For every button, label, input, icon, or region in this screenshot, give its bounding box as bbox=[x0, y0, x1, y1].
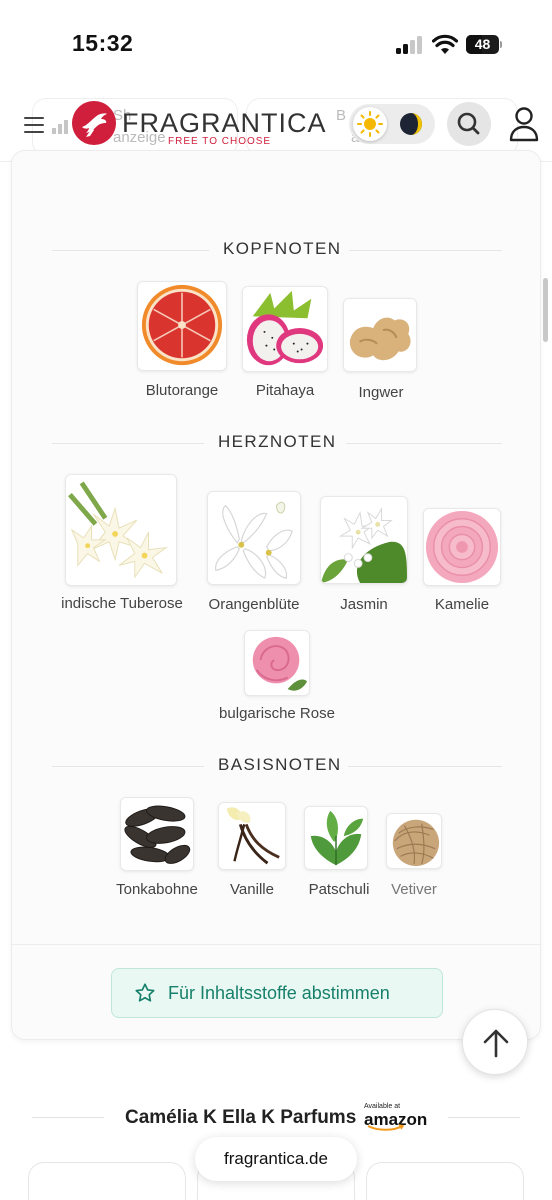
status-time: 15:32 bbox=[72, 30, 134, 56]
logo-text[interactable]: FRAGRANTICA bbox=[122, 108, 327, 139]
tuberose-image bbox=[65, 474, 177, 586]
orange-blossom-image bbox=[207, 491, 301, 585]
divider-line bbox=[32, 1117, 104, 1118]
note-tonka-bean[interactable]: Tonkabohne bbox=[112, 797, 202, 907]
note-name: Vetiver bbox=[391, 881, 437, 898]
bar-chart-icon bbox=[52, 120, 68, 134]
fragrantica-logo-icon[interactable] bbox=[72, 101, 116, 145]
jasmine-image bbox=[320, 496, 408, 584]
note-jasmine[interactable]: Jasmin bbox=[319, 496, 409, 616]
rose-image bbox=[244, 630, 310, 696]
camellia-image bbox=[423, 508, 501, 586]
note-camellia[interactable]: Kamelie bbox=[422, 508, 502, 618]
base-notes-heading: BASISNOTEN bbox=[204, 755, 348, 775]
top-notes-heading: KOPFNOTEN bbox=[209, 239, 349, 259]
patchouli-image bbox=[304, 806, 368, 870]
shop-offer-card[interactable] bbox=[366, 1162, 524, 1200]
note-name: Pitahaya bbox=[255, 382, 315, 399]
note-patchouli[interactable]: Patschuli bbox=[299, 806, 379, 916]
note-name: Tonkabohne bbox=[116, 881, 198, 898]
page-scrollbar[interactable] bbox=[543, 278, 548, 342]
star-icon bbox=[135, 983, 155, 1002]
vanilla-image bbox=[218, 802, 286, 870]
dragonfruit-image bbox=[242, 286, 328, 372]
note-name: Ingwer bbox=[358, 384, 404, 401]
note-vetiver[interactable]: Vetiver bbox=[384, 813, 444, 913]
search-icon[interactable] bbox=[447, 102, 491, 146]
logo-tagline: FREE TO CHOOSE bbox=[168, 136, 272, 147]
arrow-up-icon bbox=[483, 1029, 509, 1058]
divider-line bbox=[448, 1117, 520, 1118]
notes-pyramid-card: KOPFNOTEN Blutorange Pitahaya Ingwer HER… bbox=[11, 150, 541, 1040]
shop-title: Camélia K Ella K Parfums bbox=[125, 1107, 357, 1128]
note-name: Kamelie bbox=[434, 596, 490, 613]
battery-icon: 48 bbox=[466, 35, 502, 54]
moon-icon bbox=[400, 113, 422, 135]
menu-icon[interactable] bbox=[22, 114, 48, 136]
sun-icon bbox=[353, 107, 387, 141]
ghost-tab-right-line1: B bbox=[336, 107, 347, 124]
vote-ingredients-button[interactable]: Für Inhaltsstoffe abstimmen bbox=[111, 968, 443, 1018]
note-orange-blossom[interactable]: Orangenblüte bbox=[204, 491, 304, 613]
note-bulgarian-rose[interactable]: bulgarische Rose bbox=[217, 630, 337, 730]
note-name: bulgarische Rose bbox=[219, 705, 335, 722]
vetiver-image bbox=[386, 813, 442, 869]
scroll-to-top-button[interactable] bbox=[462, 1009, 528, 1075]
url-bar[interactable]: fragrantica.de bbox=[195, 1137, 357, 1181]
card-divider bbox=[12, 944, 540, 945]
note-name: indische Tuberose bbox=[61, 595, 183, 612]
wifi-icon bbox=[432, 34, 458, 54]
user-icon[interactable] bbox=[508, 106, 540, 142]
theme-toggle[interactable] bbox=[349, 104, 435, 144]
note-name: Orangenblüte bbox=[208, 596, 300, 613]
note-name: Jasmin bbox=[340, 596, 388, 613]
note-vanilla[interactable]: Vanille bbox=[217, 802, 287, 912]
vote-ingredients-label: Für Inhaltsstoffe abstimmen bbox=[168, 983, 390, 1003]
heart-notes-heading: HERZNOTEN bbox=[204, 432, 346, 452]
note-tuberose[interactable]: indische Tuberose bbox=[52, 474, 192, 614]
ginger-image bbox=[343, 298, 417, 372]
battery-percent: 48 bbox=[474, 36, 491, 52]
tonka-bean-image bbox=[120, 797, 194, 871]
note-name: Vanille bbox=[230, 881, 274, 898]
amazon-available-text: Available at bbox=[364, 1103, 401, 1110]
blood-orange-image bbox=[137, 281, 227, 371]
shop-offer-card[interactable] bbox=[28, 1162, 186, 1200]
amazon-logo-icon[interactable]: Available at amazon bbox=[364, 1103, 427, 1133]
note-ginger[interactable]: Ingwer bbox=[343, 298, 419, 408]
note-dragonfruit[interactable]: Pitahaya bbox=[242, 286, 328, 406]
status-bar: 15:32 48 bbox=[0, 0, 552, 88]
note-name: Blutorange bbox=[145, 382, 219, 399]
cellular-signal-icon bbox=[396, 36, 424, 54]
